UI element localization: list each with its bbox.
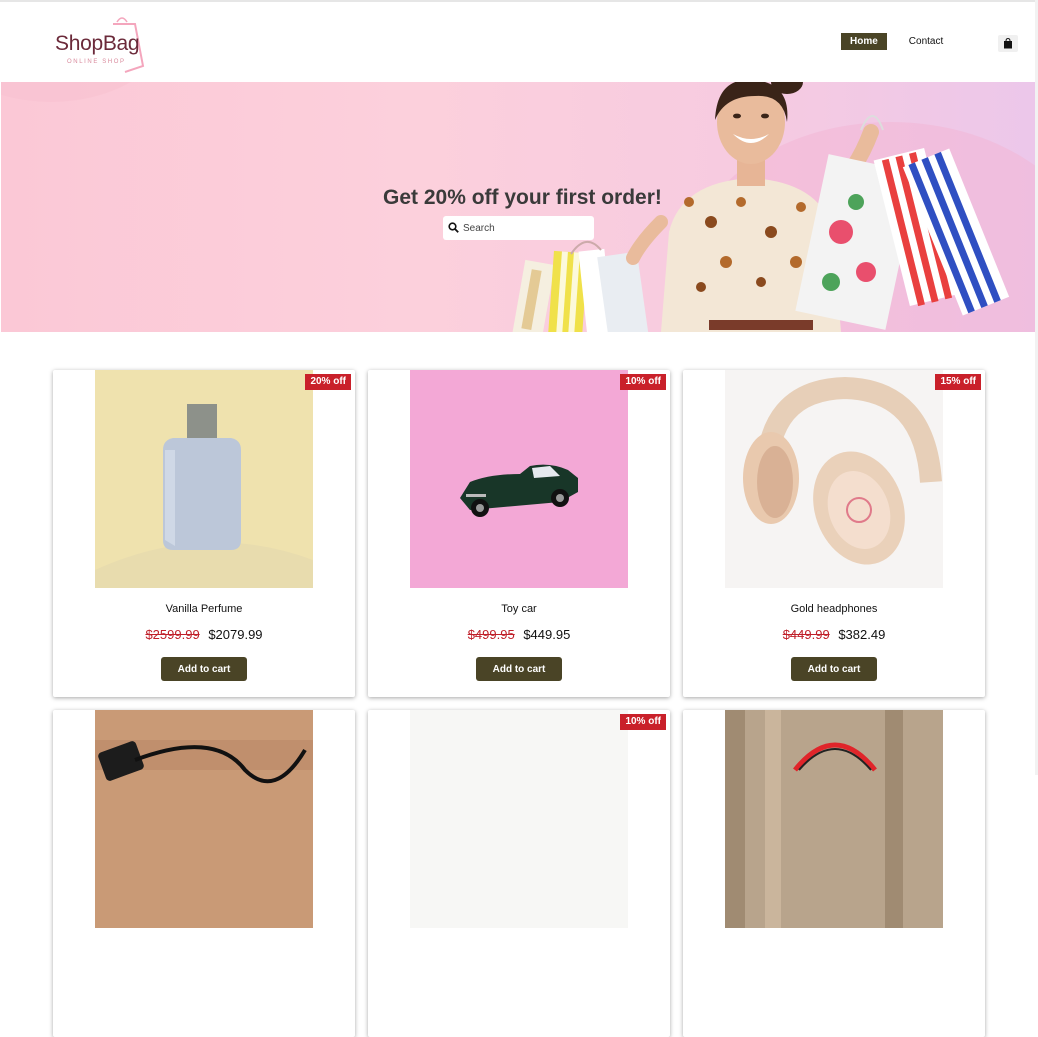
site-header: ShopBag ONLINE SHOP Home Contact — [0, 2, 1035, 82]
product-image[interactable] — [725, 710, 943, 928]
search-box[interactable] — [443, 216, 594, 240]
discount-badge: 10% off — [620, 714, 666, 730]
discount-badge: 15% off — [935, 374, 981, 390]
main-nav: Home Contact — [841, 33, 952, 50]
product-name[interactable]: Vanilla Perfume — [53, 603, 355, 615]
hero-title: Get 20% off your first order! — [383, 186, 662, 209]
nav-home-link[interactable]: Home — [841, 33, 887, 50]
old-price: $499.95 — [467, 627, 515, 642]
search-input[interactable] — [463, 216, 591, 240]
product-card[interactable]: 20% off Vanilla Perfume $2599.99 $2079.9… — [53, 370, 355, 697]
sale-price: $449.95 — [523, 627, 571, 642]
product-image[interactable] — [725, 370, 943, 588]
product-card[interactable]: 10% off — [368, 710, 670, 1037]
product-name[interactable]: Toy car — [368, 603, 670, 615]
product-card[interactable]: 10% off Toy car $499.95 $449.95 Add to c… — [368, 370, 670, 697]
sale-price: $2079.99 — [208, 627, 263, 642]
headphones-image — [725, 370, 943, 588]
old-price: $2599.99 — [145, 627, 200, 642]
toy-car-image — [410, 370, 628, 588]
product-card[interactable] — [53, 710, 355, 1037]
product-card[interactable]: 15% off Gold headphones $449.99 $382.49 … — [683, 370, 985, 697]
nav-contact-link[interactable]: Contact — [900, 33, 952, 50]
shopping-bag-icon — [1004, 38, 1012, 49]
hero-decoration — [1, 82, 181, 102]
brand-tagline: ONLINE SHOP — [67, 59, 126, 65]
sale-price: $382.49 — [838, 627, 886, 642]
product-price: $449.99 $382.49 — [683, 627, 985, 642]
product-photo — [410, 710, 628, 928]
product-image[interactable] — [410, 710, 628, 928]
product-card[interactable] — [683, 710, 985, 1037]
product-image[interactable] — [95, 710, 313, 928]
discount-badge: 10% off — [620, 374, 666, 390]
product-price: $2599.99 $2079.99 — [53, 627, 355, 642]
cable-image — [95, 710, 313, 928]
perfume-image — [95, 370, 313, 588]
hero-banner: Get 20% off your first order! — [1, 82, 1035, 332]
product-image[interactable] — [95, 370, 313, 588]
add-to-cart-button[interactable]: Add to cart — [161, 657, 247, 681]
brand-logo[interactable]: ShopBag ONLINE SHOP — [55, 16, 155, 76]
add-to-cart-button[interactable]: Add to cart — [791, 657, 877, 681]
product-image[interactable] — [410, 370, 628, 588]
brand-name: ShopBag — [55, 32, 140, 55]
search-icon — [448, 222, 459, 233]
handbag-image — [725, 710, 943, 928]
cart-button[interactable] — [998, 35, 1018, 52]
product-price: $499.95 $449.95 — [368, 627, 670, 642]
add-to-cart-button[interactable]: Add to cart — [476, 657, 562, 681]
discount-badge: 20% off — [305, 374, 351, 390]
product-name[interactable]: Gold headphones — [683, 603, 985, 615]
old-price: $449.99 — [782, 627, 830, 642]
